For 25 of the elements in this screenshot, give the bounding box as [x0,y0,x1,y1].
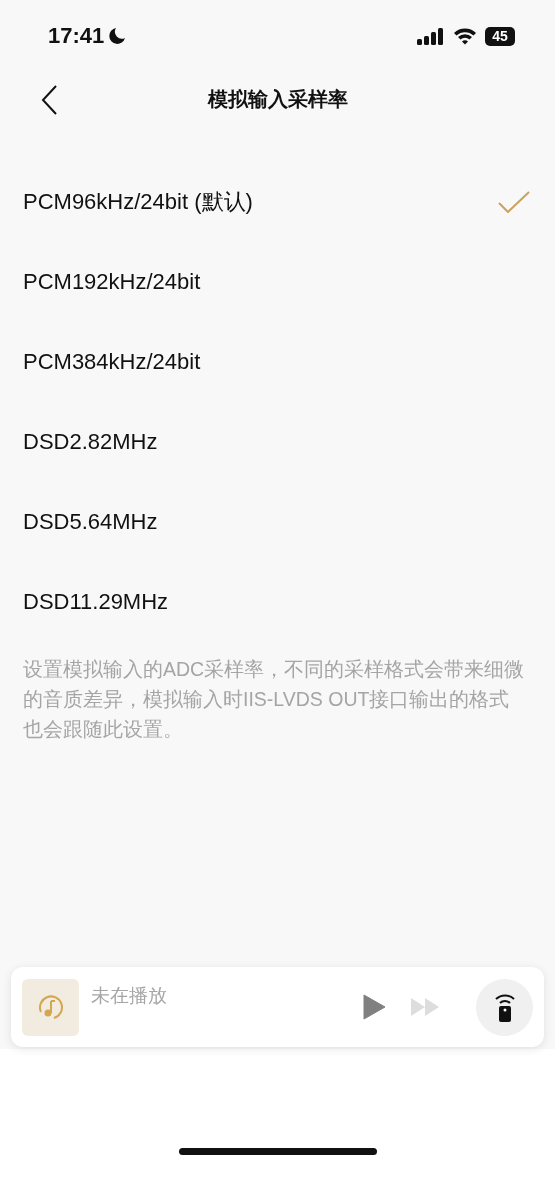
option-label: DSD11.29MHz [23,589,169,615]
option-item[interactable]: DSD2.82MHz [0,402,555,482]
fast-forward-icon [410,997,440,1017]
moon-icon [108,27,127,45]
option-label: PCM384kHz/24bit [23,349,201,375]
description-text: 设置模拟输入的ADC采样率，不同的采样格式会带来细微的音质差异，模拟输入时IIS-LVDS OUT接口输出的格式也会跟随此设置。 [22,657,526,742]
playback-status: 未在播放 [91,984,167,1008]
battery-icon: 45 [485,26,515,46]
signal-icon [417,27,445,45]
wifi-icon [453,27,477,45]
status-time: 17:41 [48,23,127,49]
play-button[interactable] [362,994,386,1020]
option-item[interactable]: DSD11.29MHz [0,562,555,642]
option-label: DSD5.64MHz [23,509,158,535]
option-label: PCM192kHz/24bit [23,269,201,295]
option-item[interactable]: PCM384kHz/24bit [0,322,555,402]
chevron-left-icon [40,84,60,116]
option-item[interactable]: PCM192kHz/24bit [0,242,555,322]
option-label: DSD2.82MHz [23,429,158,455]
back-button[interactable] [40,84,60,116]
page-title: 模拟输入采样率 [206,86,349,112]
play-icon [362,994,386,1020]
option-item[interactable]: DSD5.64MHz [0,482,555,562]
option-label: PCM96kHz/24bit (默认) [23,188,253,216]
option-item[interactable]: PCM96kHz/24bit (默认) [0,162,555,242]
